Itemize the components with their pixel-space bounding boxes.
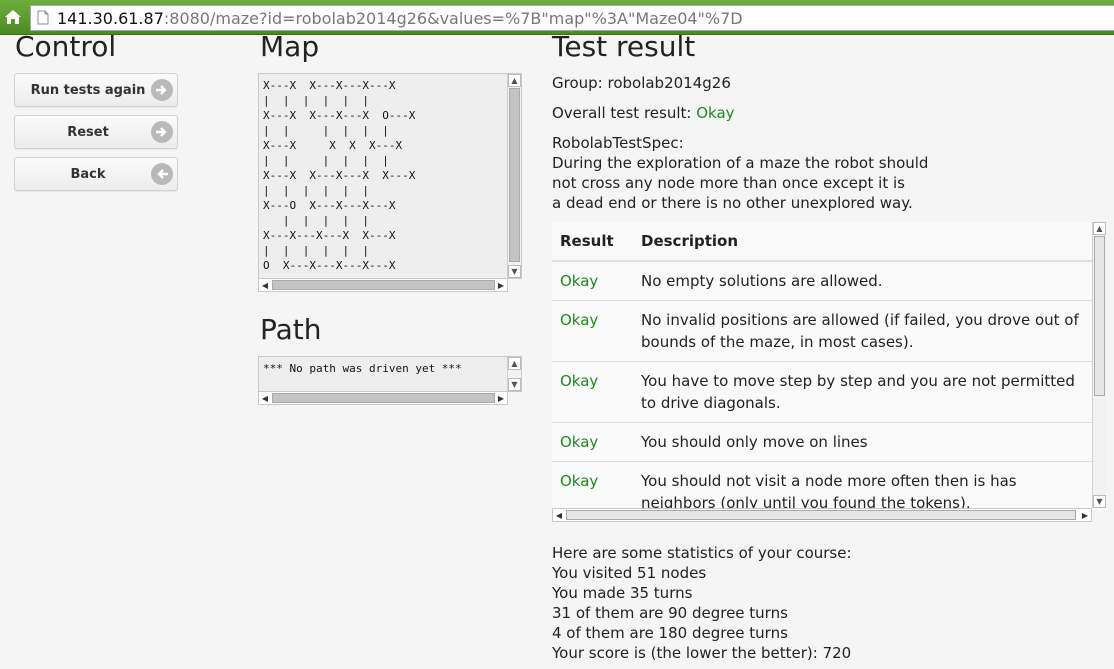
scroll-right-icon[interactable]: ▶ — [495, 279, 507, 291]
url-path: :8080/maze?id=robolab2014g26&values=%7B"… — [163, 8, 743, 28]
scroll-left-icon[interactable]: ◀ — [553, 509, 565, 521]
results-table-container: Result Description Okay No empty solutio… — [552, 222, 1106, 510]
spec-line: a dead end or there is no other unexplor… — [552, 194, 913, 212]
scroll-down-icon[interactable]: ▼ — [1093, 495, 1106, 508]
spec-line: During the exploration of a maze the rob… — [552, 154, 929, 172]
stats-line: Your score is (the lower the better): 72… — [552, 644, 852, 662]
table-horizontal-scrollbar[interactable]: ◀ ▶ — [552, 508, 1092, 522]
row-description: No invalid positions are allowed (if fai… — [641, 311, 1079, 351]
arrow-right-icon — [151, 79, 173, 101]
back-button[interactable]: Back — [14, 157, 178, 191]
table-row: Okay No empty solutions are allowed. — [552, 262, 1092, 301]
row-result: Okay — [560, 372, 599, 390]
scroll-up-icon[interactable]: ▲ — [1093, 222, 1106, 235]
header-description: Description — [641, 232, 739, 250]
row-description: You should not visit a node more often t… — [641, 472, 1017, 510]
path-hscroll-thumb[interactable] — [272, 393, 495, 403]
map-content: X---X X---X---X---X | | | | | | X---X X-… — [263, 79, 416, 272]
scroll-up-icon[interactable]: ▲ — [508, 357, 521, 370]
scroll-up-icon[interactable]: ▲ — [508, 74, 521, 87]
spec-line: not cross any node more than once except… — [552, 174, 905, 192]
test-result-title: Test result — [552, 30, 696, 63]
map-scroll-thumb[interactable] — [509, 88, 520, 262]
run-tests-again-button[interactable]: Run tests again — [14, 73, 178, 107]
scroll-right-icon[interactable]: ▶ — [495, 392, 507, 404]
table-row: Okay You should only move on lines — [552, 423, 1092, 462]
table-hscroll-thumb[interactable] — [566, 510, 1076, 520]
map-textarea[interactable]: X---X X---X---X---X | | | | | | X---X X-… — [258, 73, 522, 279]
run-tests-again-label: Run tests again — [30, 82, 146, 98]
address-bar[interactable]: 141.30.61.87:8080/maze?id=robolab2014g26… — [30, 5, 1114, 31]
map-hscroll-thumb[interactable] — [272, 280, 495, 290]
table-scroll-thumb[interactable] — [1094, 236, 1105, 396]
arrow-left-icon — [151, 163, 173, 185]
stats-line: 31 of them are 90 degree turns — [552, 604, 788, 622]
row-description: You should only move on lines — [641, 433, 868, 451]
home-icon — [5, 10, 21, 24]
control-title: Control — [15, 30, 117, 63]
path-vertical-scrollbar[interactable]: ▲ ▼ — [507, 357, 521, 391]
table-header: Result Description — [552, 222, 1092, 262]
path-horizontal-scrollbar[interactable]: ◀ ▶ — [258, 391, 508, 405]
url-host: 141.30.61.87 — [57, 8, 164, 28]
reset-button[interactable]: Reset — [14, 115, 178, 149]
header-result: Result — [560, 232, 614, 250]
map-horizontal-scrollbar[interactable]: ◀ ▶ — [258, 278, 508, 292]
scroll-left-icon[interactable]: ◀ — [259, 392, 271, 404]
home-button[interactable] — [0, 0, 26, 34]
stats-line: 4 of them are 180 degree turns — [552, 624, 788, 642]
results-table: Result Description Okay No empty solutio… — [552, 222, 1092, 510]
row-description: You have to move step by step and you ar… — [641, 372, 1075, 412]
scroll-right-icon[interactable]: ▶ — [1079, 509, 1091, 521]
table-vertical-scrollbar[interactable]: ▲ ▼ — [1092, 222, 1106, 508]
path-content: *** No path was driven yet *** — [263, 362, 462, 375]
stats-line: You made 35 turns — [552, 584, 693, 602]
map-title: Map — [260, 30, 320, 63]
arrow-right-icon — [151, 121, 173, 143]
path-title: Path — [260, 313, 322, 346]
path-textarea[interactable]: *** No path was driven yet *** ▲ ▼ — [258, 356, 522, 392]
stats-line: Here are some statistics of your course: — [552, 544, 852, 562]
overall-result-value: Okay — [696, 104, 735, 122]
overall-result-label: Overall test result: — [552, 104, 692, 122]
row-description: No empty solutions are allowed. — [641, 272, 883, 290]
table-row: Okay You have to move step by step and y… — [552, 362, 1092, 423]
reset-label: Reset — [67, 124, 109, 140]
row-result: Okay — [560, 433, 599, 451]
scroll-left-icon[interactable]: ◀ — [259, 279, 271, 291]
overall-result: Overall test result: Okay — [552, 103, 735, 123]
table-row: Okay You should not visit a node more of… — [552, 462, 1092, 510]
stats-line: You visited 51 nodes — [552, 564, 707, 582]
scroll-down-icon[interactable]: ▼ — [508, 265, 521, 278]
page-icon — [37, 10, 51, 26]
table-row: Okay No invalid positions are allowed (i… — [552, 301, 1092, 362]
row-result: Okay — [560, 311, 599, 329]
row-result: Okay — [560, 272, 599, 290]
map-vertical-scrollbar[interactable]: ▲ ▼ — [507, 74, 521, 278]
group-label: Group: robolab2014g26 — [552, 74, 731, 92]
row-result: Okay — [560, 472, 599, 490]
back-label: Back — [70, 166, 106, 182]
scroll-down-icon[interactable]: ▼ — [508, 378, 521, 391]
spec-title: RobolabTestSpec: — [552, 134, 684, 152]
